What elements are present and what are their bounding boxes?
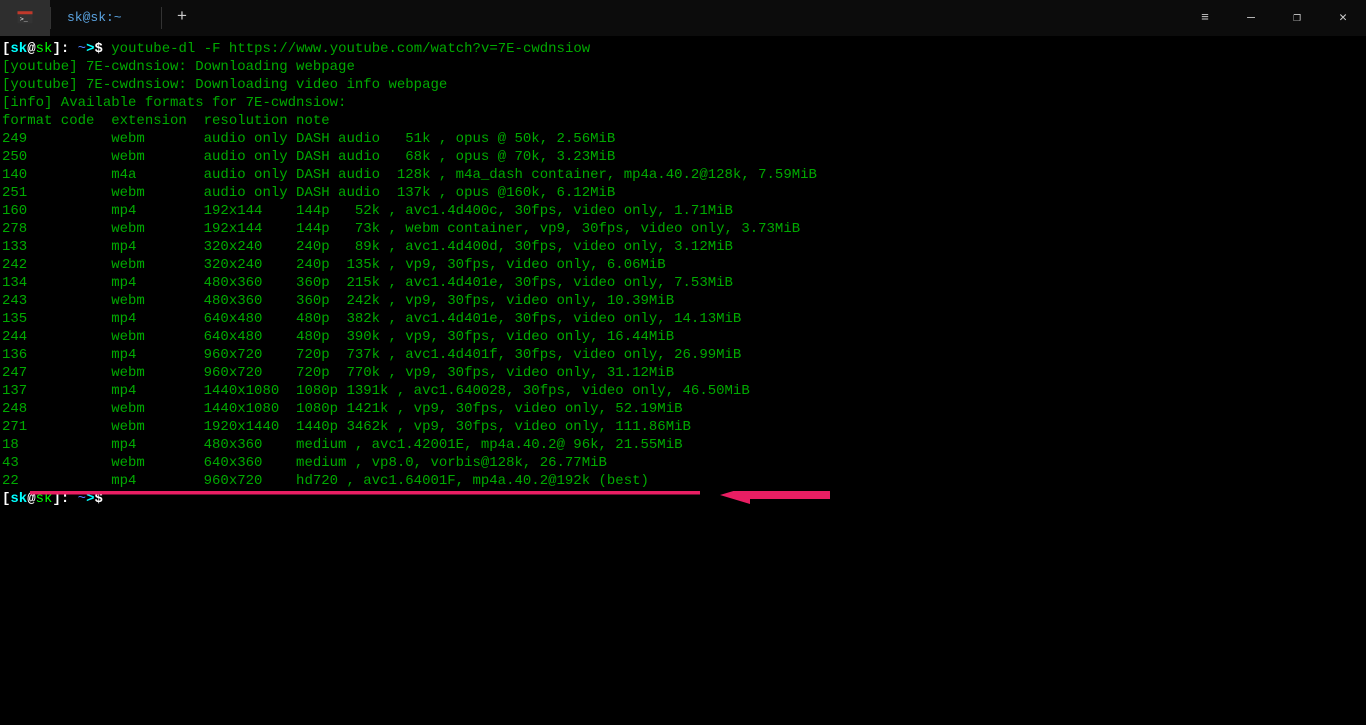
command-text: youtube-dl -F https://www.youtube.com/wa… [111,41,590,57]
format-row: 160 mp4 192x144 144p 52k , avc1.4d400c, … [2,202,1364,220]
format-header: format code extension resolution note [2,112,1364,130]
add-tab-button[interactable]: + [162,0,202,36]
format-row: 248 webm 1440x1080 1080p 1421k , vp9, 30… [2,400,1364,418]
tab-label: sk@sk:~ [67,9,122,27]
format-row: 251 webm audio only DASH audio 137k , op… [2,184,1364,202]
output-line: [youtube] 7E-cwdnsiow: Downloading webpa… [2,58,1364,76]
format-row: 43 webm 640x360 medium , vp8.0, vorbis@1… [2,454,1364,472]
output-line: [youtube] 7E-cwdnsiow: Downloading video… [2,76,1364,94]
maximize-button[interactable]: ❐ [1274,0,1320,36]
format-row: 278 webm 192x144 144p 73k , webm contain… [2,220,1364,238]
close-button[interactable]: ✕ [1320,0,1366,36]
format-row: 271 webm 1920x1440 1440p 3462k , vp9, 30… [2,418,1364,436]
svg-text:>_: >_ [20,16,29,24]
minimize-button[interactable]: — [1228,0,1274,36]
prompt-line: [sk@sk]: ~>$ youtube-dl -F https://www.y… [2,40,1364,58]
format-row: 140 m4a audio only DASH audio 128k , m4a… [2,166,1364,184]
tab-app-icon[interactable]: >_ [0,0,50,36]
format-row: 250 webm audio only DASH audio 68k , opu… [2,148,1364,166]
format-row: 244 webm 640x480 480p 390k , vp9, 30fps,… [2,328,1364,346]
tab-strip: >_ sk@sk:~ + [0,0,202,36]
maximize-icon: ❐ [1293,9,1301,27]
format-row: 242 webm 320x240 240p 135k , vp9, 30fps,… [2,256,1364,274]
prompt-line: [sk@sk]: ~>$ [2,490,1364,508]
plus-icon: + [177,9,187,27]
format-row: 135 mp4 640x480 480p 382k , avc1.4d401e,… [2,310,1364,328]
format-row: 18 mp4 480x360 medium , avc1.42001E, mp4… [2,436,1364,454]
terminal-output[interactable]: [sk@sk]: ~>$ youtube-dl -F https://www.y… [0,36,1366,508]
window-controls: ≡ — ❐ ✕ [1182,0,1366,36]
format-row: 133 mp4 320x240 240p 89k , avc1.4d400d, … [2,238,1364,256]
minimize-icon: — [1247,9,1255,27]
format-row: 243 webm 480x360 360p 242k , vp9, 30fps,… [2,292,1364,310]
format-row: 137 mp4 1440x1080 1080p 1391k , avc1.640… [2,382,1364,400]
format-row: 134 mp4 480x360 360p 215k , avc1.4d401e,… [2,274,1364,292]
menu-button[interactable]: ≡ [1182,0,1228,36]
hamburger-icon: ≡ [1201,9,1209,27]
close-icon: ✕ [1339,9,1347,27]
format-row: 22 mp4 960x720 hd720 , avc1.64001F, mp4a… [2,472,1364,490]
output-line: [info] Available formats for 7E-cwdnsiow… [2,94,1364,112]
tab-terminal[interactable]: sk@sk:~ [51,0,161,36]
terminal-icon: >_ [16,9,34,27]
format-row: 249 webm audio only DASH audio 51k , opu… [2,130,1364,148]
format-row: 136 mp4 960x720 720p 737k , avc1.4d401f,… [2,346,1364,364]
window-titlebar: >_ sk@sk:~ + ≡ — ❐ ✕ [0,0,1366,36]
format-row: 247 webm 960x720 720p 770k , vp9, 30fps,… [2,364,1364,382]
